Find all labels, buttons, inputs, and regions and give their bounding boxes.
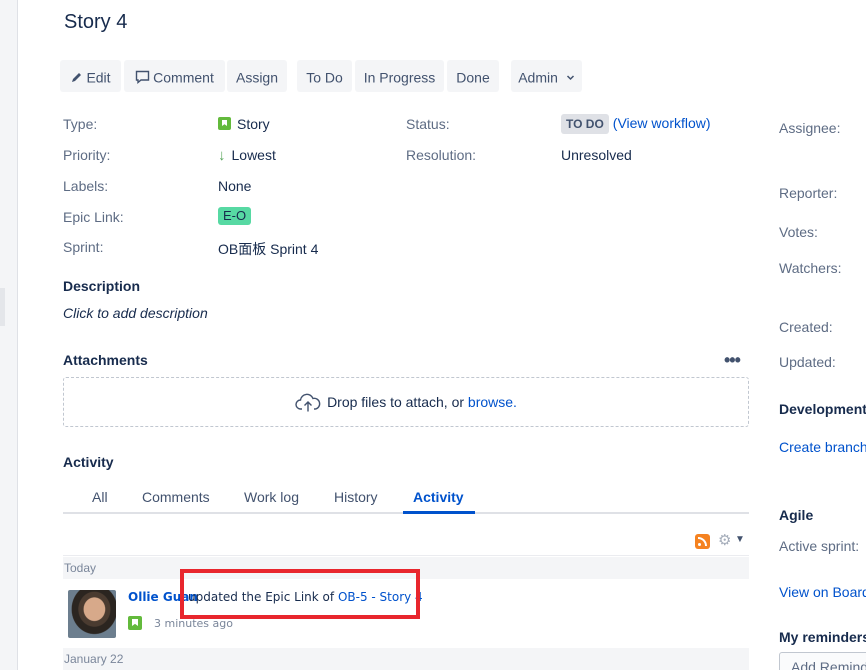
gear-icon[interactable]: ⚙	[718, 531, 731, 549]
avatar[interactable]	[68, 590, 116, 638]
tab-all[interactable]: All	[92, 489, 108, 505]
page-title: Story 4	[64, 11, 127, 34]
epic-link-lozenge[interactable]: E-O	[218, 207, 251, 225]
status-lozenge: TO DO	[561, 114, 609, 134]
labels-value: None	[218, 178, 251, 194]
add-reminder-button[interactable]: Add Reminder	[779, 652, 866, 670]
day-label-january-22: January 22	[63, 648, 749, 670]
cloud-upload-icon	[295, 393, 321, 413]
sprint-label: Sprint:	[63, 239, 103, 255]
activity-tabs: All Comments Work log History Activity	[63, 483, 749, 514]
in-progress-button[interactable]: In Progress	[355, 60, 444, 92]
resolution-value: Unresolved	[561, 147, 632, 163]
type-value: Story	[218, 116, 270, 132]
left-sidebar-strip	[0, 0, 18, 670]
type-label: Type:	[63, 116, 97, 132]
view-workflow-link[interactable]: (View workflow)	[613, 115, 711, 131]
description-placeholder[interactable]: Click to add description	[63, 305, 208, 321]
sidebar-handle[interactable]	[0, 288, 5, 326]
attachments-more-button[interactable]: •••	[724, 350, 740, 371]
description-heading: Description	[63, 278, 140, 294]
votes-label: Votes:	[779, 224, 818, 240]
rss-icon[interactable]	[695, 534, 710, 549]
status-label: Status:	[406, 116, 450, 132]
drop-text: Drop files to attach, or	[327, 394, 468, 410]
tab-activity[interactable]: Activity	[413, 489, 464, 505]
assignee-label: Assignee:	[779, 120, 840, 136]
view-on-board-link[interactable]: View on Board	[779, 584, 866, 600]
active-sprint-label: Active sprint:	[779, 538, 859, 554]
watchers-label: Watchers:	[779, 260, 842, 276]
attachment-dropzone[interactable]: Drop files to attach, or browse.	[63, 377, 749, 427]
labels-label: Labels:	[63, 178, 108, 194]
edit-button[interactable]: Edit	[60, 60, 121, 92]
browse-link[interactable]: browse.	[468, 394, 517, 410]
reporter-label: Reporter:	[779, 185, 837, 201]
created-label: Created:	[779, 319, 833, 335]
activity-feed-toolbar: ⚙ ▼	[63, 529, 749, 556]
admin-button[interactable]: Admin	[511, 60, 582, 92]
epic-link-label: Epic Link:	[63, 209, 124, 225]
tab-work-log[interactable]: Work log	[244, 489, 299, 505]
todo-button[interactable]: To Do	[297, 60, 352, 92]
updated-label: Updated:	[779, 354, 836, 370]
active-tab-indicator	[403, 511, 475, 514]
assign-button[interactable]: Assign	[227, 60, 287, 92]
story-icon	[218, 117, 231, 130]
attachments-heading: Attachments	[63, 352, 148, 368]
pencil-icon	[70, 71, 83, 84]
chevron-down-icon[interactable]: ▼	[735, 534, 745, 545]
priority-value: ↓Lowest	[218, 147, 276, 164]
priority-label: Priority:	[63, 147, 110, 163]
done-button[interactable]: Done	[447, 60, 499, 92]
tab-comments[interactable]: Comments	[142, 489, 210, 505]
arrow-down-icon: ↓	[218, 147, 226, 164]
comment-button[interactable]: Comment	[124, 60, 225, 92]
tab-history[interactable]: History	[334, 489, 378, 505]
development-heading: Development	[779, 401, 866, 417]
activity-heading: Activity	[63, 454, 114, 470]
comment-icon	[135, 70, 150, 84]
agile-heading: Agile	[779, 507, 813, 523]
sprint-value[interactable]: OB面板 Sprint 4	[218, 239, 318, 259]
chevron-down-icon	[566, 73, 575, 82]
story-icon	[128, 616, 142, 630]
create-branch-link[interactable]: Create branch	[779, 439, 866, 455]
reminders-heading: My reminders	[779, 629, 866, 645]
highlight-annotation	[180, 569, 420, 619]
resolution-label: Resolution:	[406, 147, 476, 163]
